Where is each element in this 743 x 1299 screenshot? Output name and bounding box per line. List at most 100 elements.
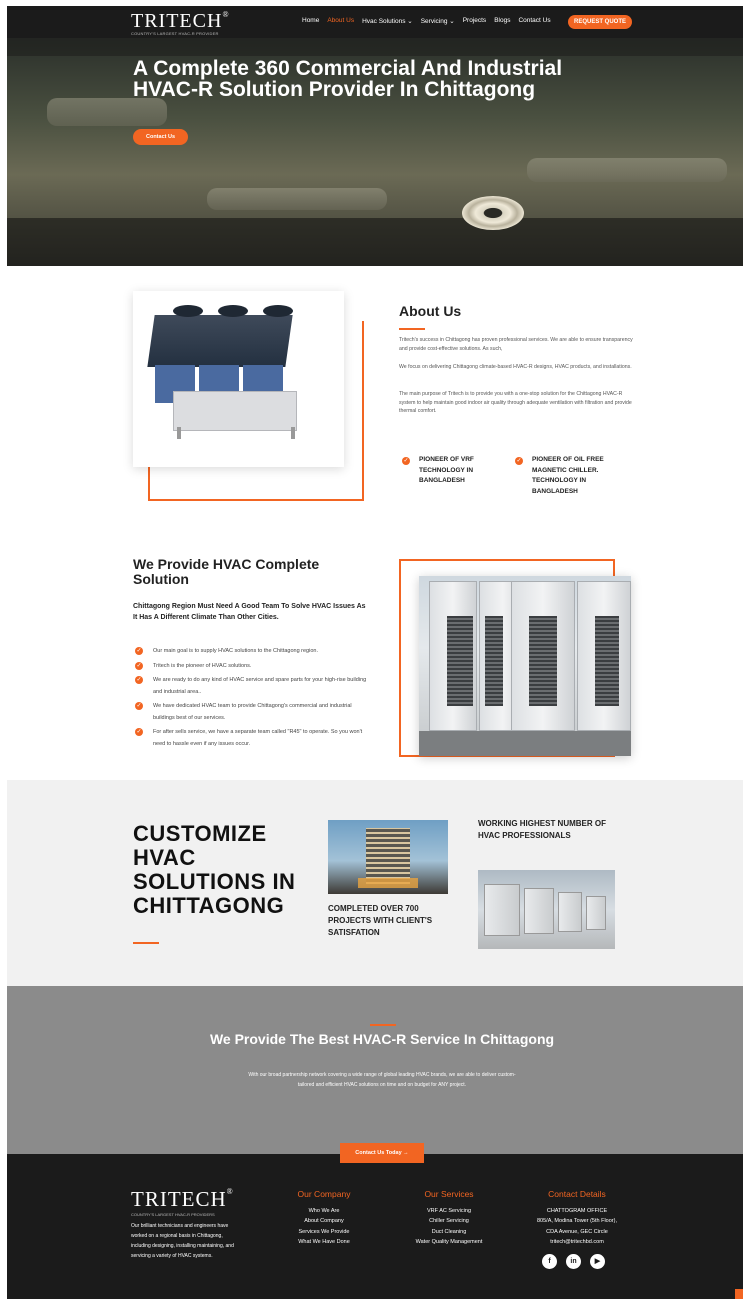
provide-list: ✓ Our main goal is to supply HVAC solutio…	[135, 646, 370, 753]
pioneer-chiller: PIONEER OF OIL FREE MAGNETIC CHILLER. TE…	[532, 456, 604, 495]
page: TRITECH® COUNTRY'S LARGEST HVAC-R PROVID…	[7, 6, 743, 1299]
footer-link-duct-cleaning[interactable]: Duct Cleaning	[399, 1227, 499, 1238]
ceiling-beam	[7, 218, 743, 266]
chiller-body	[173, 391, 297, 431]
vrf-units-image	[419, 576, 631, 756]
contact-email[interactable]: tritech@tritechbd.com	[522, 1237, 632, 1248]
footer-services-column: Our Services VRF AC Servicing Chiller Se…	[399, 1189, 499, 1248]
hero-duct	[47, 98, 167, 126]
footer-tagline: COUNTRY'S LARGEST HVAC-R PROVIDERS	[131, 1212, 215, 1217]
hero-duct	[527, 158, 727, 182]
nav-about-us[interactable]: About Us	[327, 17, 354, 25]
footer-link-chiller[interactable]: Chiller Servicing	[399, 1216, 499, 1227]
hero-duct	[207, 188, 387, 210]
social-links: f in ▶	[542, 1254, 605, 1269]
footer-link-who-we-are[interactable]: Who We Are	[279, 1206, 369, 1217]
footer-link-about-company[interactable]: About Company	[279, 1216, 369, 1227]
check-icon: ✓	[135, 647, 143, 655]
chiller-fan	[263, 305, 293, 317]
logo[interactable]: TRITECH®	[131, 10, 230, 33]
accent-divider	[133, 942, 159, 944]
provide-subheading: Chittagong Region Must Need A Good Team …	[133, 603, 366, 621]
footer-about: Our brilliant technicians and engineers …	[131, 1223, 234, 1259]
list-item-text: For after sells service, we have a separ…	[153, 729, 363, 747]
accent-divider	[399, 328, 425, 330]
check-icon: ✓	[135, 702, 143, 710]
check-icon: ✓	[135, 728, 143, 736]
hero-title: A Complete 360 Commercial And Industrial…	[133, 57, 563, 101]
vrf-unit	[524, 888, 554, 934]
list-item: ✓ We are ready to do any kind of HVAC ser…	[135, 675, 370, 698]
nav-hvac-solutions[interactable]: Hvac Solutions ⌄	[362, 17, 413, 25]
vrf-row-image	[478, 870, 615, 949]
about-heading: About Us	[399, 303, 462, 319]
contact-us-today-button[interactable]: Contact Us Today →	[340, 1143, 424, 1163]
stat-professionals: WORKING HIGHEST NUMBER OF HVAC PROFESSIO…	[478, 819, 606, 840]
facebook-icon[interactable]: f	[542, 1254, 557, 1269]
chiller-leg	[291, 427, 295, 439]
building-facade	[366, 828, 410, 884]
list-item-text: We are ready to do any kind of HVAC serv…	[153, 677, 367, 695]
nav-servicing[interactable]: Servicing ⌄	[421, 17, 455, 25]
list-item: ✓ We have dedicated HVAC team to provide …	[135, 701, 370, 724]
nav-home[interactable]: Home	[302, 17, 319, 25]
about-paragraph: Tritech's success in Chittagong has prov…	[399, 337, 633, 352]
check-icon: ✓	[135, 661, 143, 670]
chiller-leg	[177, 427, 181, 439]
nav-contact-us[interactable]: Contact Us	[518, 17, 550, 25]
footer-column-title: Our Company	[297, 1189, 351, 1199]
vrf-grille	[529, 616, 557, 706]
vrf-grille	[447, 616, 473, 706]
footer-logo-text: TRITECH	[131, 1187, 227, 1211]
list-item-text: Our main goal is to supply HVAC solution…	[153, 648, 318, 654]
youtube-icon[interactable]: ▶	[590, 1254, 605, 1269]
nav-projects[interactable]: Projects	[463, 17, 486, 25]
provide-heading: We Provide HVAC Complete Solution	[133, 556, 320, 587]
building-lights	[358, 878, 418, 888]
footer-company-column: Our Company Who We Are About Company Ser…	[279, 1189, 369, 1248]
chiller-top	[147, 315, 293, 367]
ceiling-vent-image	[462, 196, 524, 230]
chiller-fan	[218, 305, 248, 317]
logo-tagline: COUNTRY'S LARGEST HVAC-R PROVIDER	[131, 31, 219, 36]
vrf-base	[419, 731, 631, 756]
about-paragraph: The main purpose of Tritech is to provid…	[399, 391, 632, 415]
stat-projects: COMPLETED OVER 700 PROJECTS WITH CLIENT'…	[328, 904, 433, 937]
nav-blogs[interactable]: Blogs	[494, 17, 510, 25]
logo-text: TRITECH	[131, 10, 223, 32]
footer-column-title: Our Services	[424, 1189, 474, 1199]
scroll-to-top-button[interactable]	[735, 1289, 743, 1299]
about-paragraph: We focus on delivering Chittagong climat…	[399, 364, 632, 370]
chiller-image	[133, 291, 344, 467]
vrf-unit	[558, 892, 582, 932]
vrf-grille	[595, 616, 619, 706]
check-icon: ✓	[402, 457, 410, 465]
list-item-text: We have dedicated HVAC team to provide C…	[153, 703, 352, 721]
building-image	[328, 820, 448, 894]
check-icon: ✓	[135, 676, 143, 684]
footer-logo[interactable]: TRITECH®	[131, 1187, 234, 1212]
best-heading: We Provide The Best HVAC-R Service In Ch…	[209, 1031, 555, 1047]
ceiling-beam	[7, 38, 743, 56]
main-nav: Home About Us Hvac Solutions ⌄ Servicing…	[302, 17, 551, 25]
accent-divider	[370, 1024, 396, 1026]
footer-link-what-we-have-done[interactable]: What We Have Done	[279, 1237, 369, 1248]
vrf-unit	[586, 896, 606, 930]
best-text: With our broad partnership network cover…	[248, 1072, 516, 1088]
list-item-text: Tritech is the pioneer of HVAC solutions…	[153, 662, 252, 669]
contact-address: 805/A, Modina Tower (5th Floor),	[537, 1218, 617, 1224]
customize-heading: CUSTOMIZE HVAC SOLUTIONS IN CHITTAGONG	[133, 821, 296, 918]
vrf-grille	[485, 616, 503, 706]
footer-link-vrf-ac[interactable]: VRF AC Servicing	[399, 1206, 499, 1217]
footer-link-services[interactable]: Services We Provide	[279, 1227, 369, 1238]
footer-column-title: Contact Details	[548, 1189, 606, 1199]
pioneer-vrf: PIONEER OF VRF TECHNOLOGY IN BANGLADESH	[419, 456, 474, 484]
chiller-fan	[173, 305, 203, 317]
hero-contact-button[interactable]: Contact Us	[133, 129, 188, 145]
linkedin-icon[interactable]: in	[566, 1254, 581, 1269]
request-quote-button[interactable]: REQUEST QUOTE	[568, 15, 632, 29]
list-item: ✓ Tritech is the pioneer of HVAC solution…	[135, 661, 370, 673]
footer-link-water-quality[interactable]: Water Quality Management	[399, 1237, 499, 1248]
contact-address: CDA Avenue, GEC Circle	[546, 1228, 608, 1235]
contact-office: CHATTOGRAM OFFICE	[546, 1207, 608, 1214]
